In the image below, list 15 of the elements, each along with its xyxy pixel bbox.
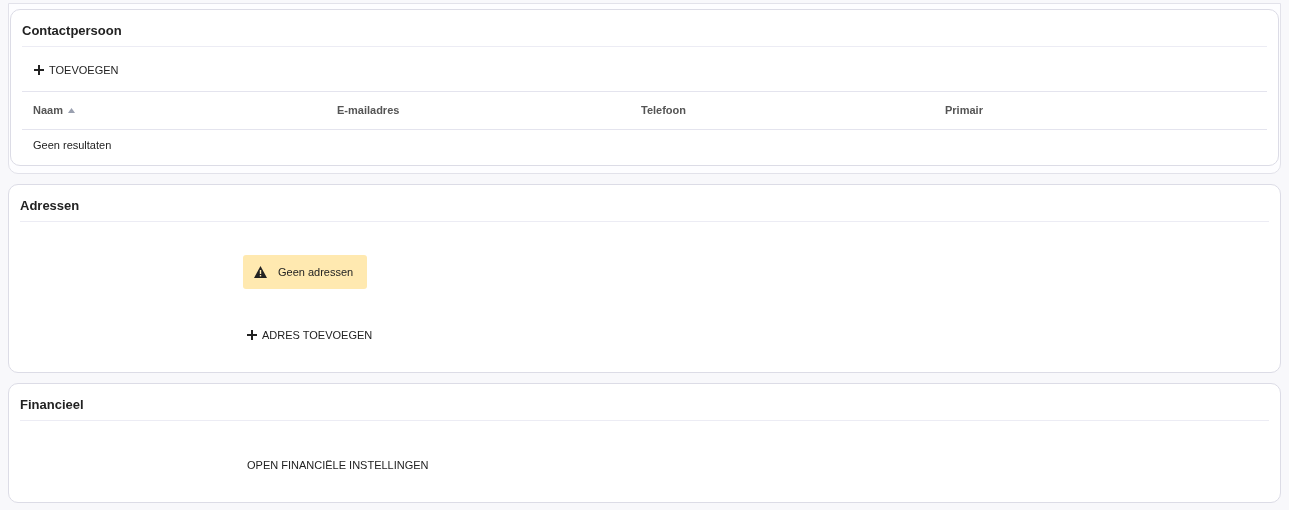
warning-icon (254, 266, 267, 278)
empty-message: Geen resultaten (32, 138, 113, 153)
column-header[interactable]: Naam (33, 104, 63, 116)
add-address-button[interactable]: ADRES TOEVOEGEN (243, 323, 377, 347)
column-header[interactable]: Primair (945, 104, 983, 116)
plus-icon (34, 65, 44, 75)
warning-text: Geen adressen (278, 266, 354, 278)
column-header[interactable]: Telefoon (641, 104, 686, 116)
add-button[interactable]: TOEVOEGEN (30, 58, 123, 82)
open-settings-button[interactable]: OPEN FINANCIËLE INSTELLINGEN (243, 453, 433, 477)
card-title: Contactpersoon (22, 10, 1267, 47)
plus-icon (247, 330, 257, 340)
card-title: Financieel (20, 384, 1269, 421)
column-header[interactable]: E-mailadres (337, 104, 400, 116)
card-title: Adressen (20, 185, 1269, 222)
